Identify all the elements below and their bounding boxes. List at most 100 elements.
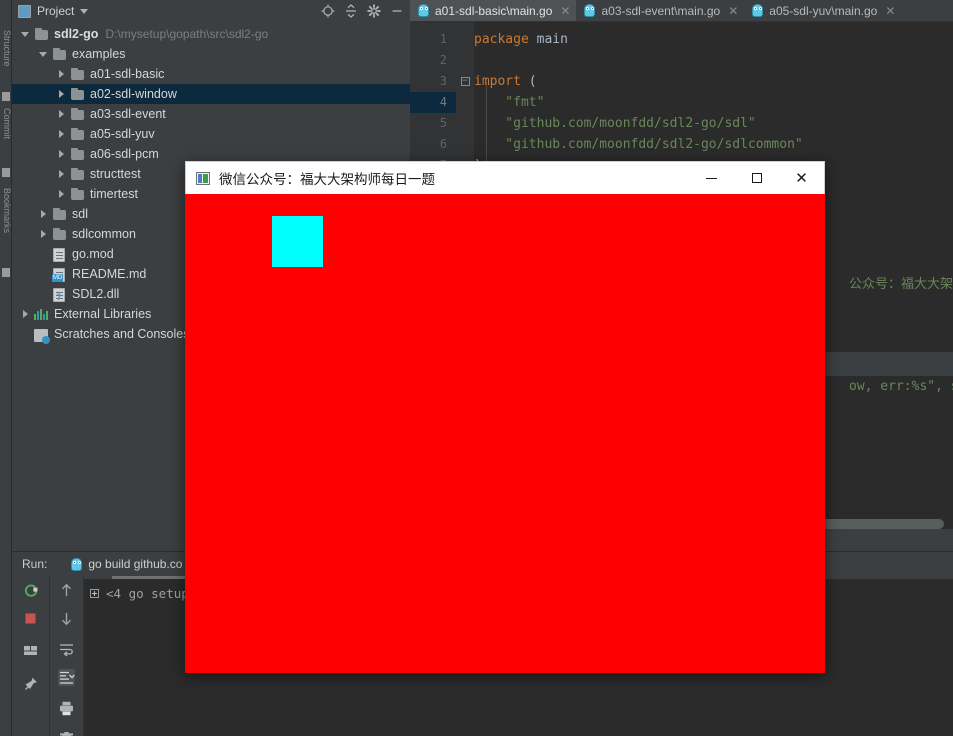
arrow-up-icon[interactable] (58, 582, 75, 599)
stop-icon[interactable] (22, 610, 39, 627)
editor-horizontal-scrollbar[interactable] (814, 519, 944, 529)
editor-tab-label: a03-sdl-event\main.go (601, 3, 721, 18)
minimize-button[interactable] (689, 162, 734, 194)
code-token: "github.com/moonfdd/sdl2-go/sdlcommon" (474, 137, 803, 152)
sdl-app-icon (196, 171, 210, 185)
sdl-window-title-bar[interactable]: 微信公众号：福大大架构师每日一题 ✕ (185, 161, 825, 194)
tree-row-a05-sdl-yuv[interactable]: a05-sdl-yuv (12, 124, 410, 144)
edge-label-structure[interactable]: Structure (0, 30, 11, 67)
code-token: "fmt" (474, 95, 545, 110)
gear-icon[interactable] (367, 4, 381, 18)
code-token: package (474, 32, 537, 47)
code-line: "github.com/moonfdd/sdl2-go/sdl" (474, 113, 953, 134)
go-run-icon (71, 557, 83, 571)
chevron-down-icon[interactable] (20, 29, 31, 40)
collapse-all-icon[interactable] (344, 4, 358, 18)
chevron-right-icon[interactable] (38, 229, 49, 240)
chevron-down-icon[interactable] (38, 49, 49, 60)
chevron-right-icon[interactable] (20, 309, 31, 320)
folder-icon (52, 47, 67, 61)
rerun-icon[interactable] (22, 582, 39, 599)
layout-icon[interactable] (22, 642, 39, 659)
close-icon: ✕ (795, 170, 808, 187)
maximize-button[interactable] (734, 162, 779, 194)
locate-target-icon[interactable] (321, 4, 335, 18)
tree-row-label: README.md (72, 267, 147, 281)
tree-row-a03-sdl-event[interactable]: a03-sdl-event (12, 104, 410, 124)
folder-icon (52, 207, 67, 221)
tool-window-edge-bar[interactable]: Structure Commit Bookmarks (0, 0, 12, 736)
tab-close-icon[interactable]: ✕ (560, 5, 570, 17)
line-number: 4 (410, 92, 456, 113)
tab-close-icon[interactable]: ✕ (728, 5, 738, 17)
tree-row-examples[interactable]: examples (12, 44, 410, 64)
tree-row-label: examples (72, 47, 126, 61)
project-panel-title: Project (37, 4, 75, 18)
close-button[interactable]: ✕ (779, 162, 824, 194)
fold-toggle-icon[interactable]: − (456, 71, 474, 92)
print-icon[interactable] (58, 700, 75, 717)
minimize-icon[interactable] (390, 4, 404, 18)
project-panel-header: Project (12, 0, 410, 22)
dll-badge: ? (56, 291, 62, 302)
markdown-badge: MD (52, 273, 64, 282)
chevron-right-icon[interactable] (38, 209, 49, 220)
editor-tab-bar[interactable]: a01-sdl-basic\main.go ✕ a03-sdl-event\main… (410, 0, 953, 22)
tab-close-icon[interactable]: ✕ (885, 5, 895, 17)
code-token: import (474, 74, 529, 89)
pin-icon[interactable] (22, 676, 39, 693)
editor-tab-2[interactable]: a05-sdl-yuv\main.go ✕ (744, 0, 901, 21)
folder-icon (70, 167, 85, 181)
folder-icon (70, 187, 85, 201)
folder-icon (34, 27, 49, 41)
tree-row-label: a05-sdl-yuv (90, 127, 155, 141)
chevron-right-icon[interactable] (56, 169, 67, 180)
code-token: "github.com/moonfdd/sdl2-go/sdl" (474, 116, 756, 131)
edge-label-commit[interactable]: Commit (0, 108, 11, 139)
chevron-right-icon[interactable] (56, 129, 67, 140)
tree-row-label: Scratches and Consoles (54, 327, 190, 341)
editor-tab-1[interactable]: a03-sdl-event\main.go ✕ (576, 0, 744, 21)
soft-wrap-icon[interactable] (58, 641, 75, 658)
line-number: 1 (439, 32, 447, 46)
editor-tab-label: a01-sdl-basic\main.go (435, 3, 553, 18)
scroll-to-end-icon[interactable] (58, 669, 75, 686)
editor-tab-0[interactable]: a01-sdl-basic\main.go ✕ (410, 0, 577, 21)
chevron-right-icon[interactable] (56, 149, 67, 160)
tree-row-a01-sdl-basic[interactable]: a01-sdl-basic (12, 64, 410, 84)
edge-label-bookmarks[interactable]: Bookmarks (0, 188, 11, 233)
run-toolbar-primary (12, 576, 50, 736)
code-line: "fmt" (474, 92, 953, 113)
arrow-down-icon[interactable] (58, 610, 75, 627)
tree-row-label: sdlcommon (72, 227, 136, 241)
chevron-right-icon[interactable] (56, 69, 67, 80)
line-number: 6 (439, 137, 447, 151)
tree-row-a02-sdl-window[interactable]: a02-sdl-window (12, 84, 410, 104)
expand-icon[interactable] (90, 589, 99, 598)
code-token: main (536, 32, 568, 47)
tree-row-sdl2-go[interactable]: sdl2-go D:\mysetup\gopath\src\sdl2-go (12, 24, 410, 44)
sdl-window-controls: ✕ (689, 162, 824, 194)
trash-icon[interactable] (58, 731, 75, 736)
chevron-right-icon[interactable] (56, 89, 67, 100)
run-configuration[interactable]: go build github.co (71, 557, 182, 571)
chevron-down-icon[interactable] (80, 8, 89, 14)
dll-file-icon: ? (52, 287, 67, 302)
go-file-icon (752, 4, 764, 17)
chevron-right-icon[interactable] (56, 189, 67, 200)
run-label: Run: (22, 557, 48, 571)
folder-icon (52, 227, 67, 241)
chevron-right-icon[interactable] (56, 109, 67, 120)
sdl-application-window[interactable]: 微信公众号：福大大架构师每日一题 ✕ (185, 161, 825, 673)
edge-plus-icon (2, 168, 10, 177)
sdl-render-canvas[interactable] (185, 194, 825, 673)
code-line: "github.com/moonfdd/sdl2-go/sdlcommon" (474, 134, 953, 155)
line-number: 3 (439, 74, 447, 88)
